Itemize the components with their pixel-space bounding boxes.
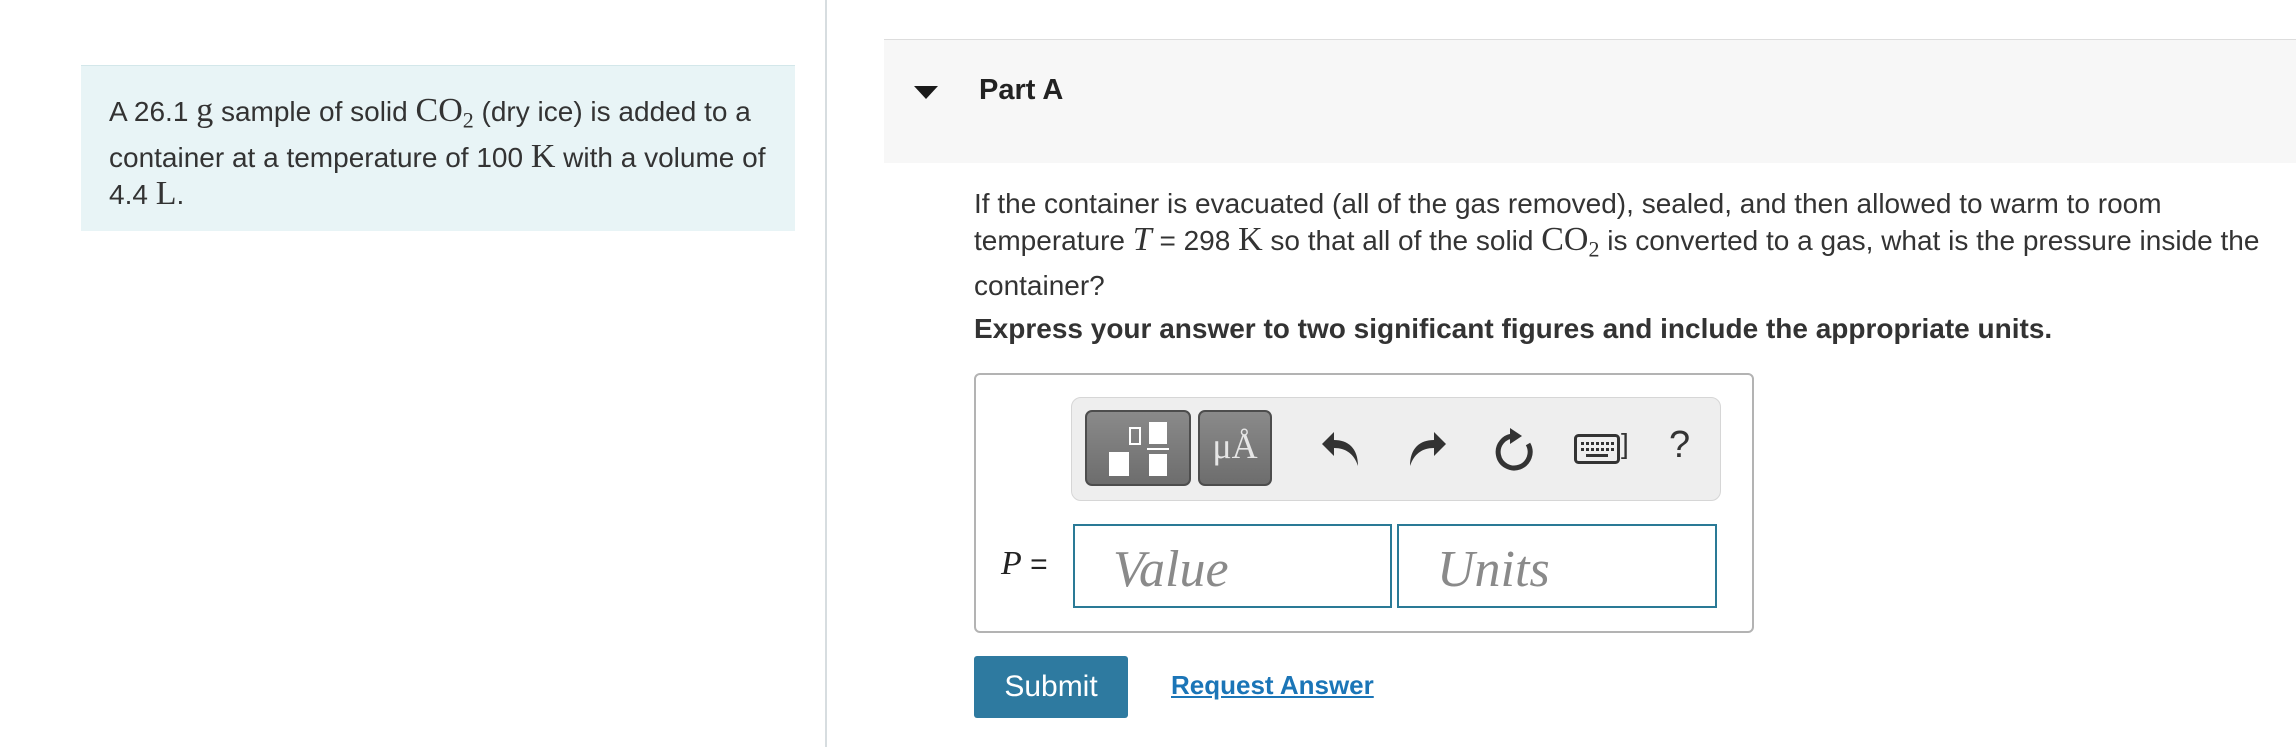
redo-icon[interactable] [1404, 422, 1448, 474]
units-symbol-icon: μÅ [1212, 426, 1258, 466]
co2-subscript: 2 [1588, 236, 1600, 262]
answer-variable-label: P = [1001, 545, 1048, 583]
intro-text: sample of solid [213, 96, 416, 127]
part-title: Part A [979, 74, 1064, 106]
value-placeholder: Value [1113, 541, 1229, 598]
units-placeholder: Units [1437, 541, 1550, 598]
question-segment: = 298 [1151, 225, 1239, 256]
answer-instruction: Express your answer to two significant f… [974, 313, 2053, 344]
templates-button[interactable] [1085, 410, 1191, 486]
question-segment: so that all of the solid [1262, 225, 1542, 256]
keyboard-bracket: ] [1621, 428, 1629, 459]
answer-box: μÅ ] ? P = Value Units [974, 373, 1754, 633]
co2-formula: CO [415, 92, 463, 129]
temp-unit: K [530, 137, 556, 175]
submit-button[interactable]: Submit [974, 656, 1128, 718]
equals-sign: = [1021, 548, 1048, 581]
temperature-variable: T [1132, 221, 1152, 258]
mass-unit: g [196, 92, 214, 129]
co2-formula: CO [1541, 221, 1589, 258]
pressure-variable: P [1001, 545, 1022, 582]
panel-divider [825, 0, 827, 747]
keyboard-icon[interactable] [1574, 434, 1620, 464]
request-answer-link[interactable]: Request Answer [1171, 670, 1374, 701]
intro-text: A 26.1 [109, 96, 197, 127]
reset-icon[interactable] [1492, 422, 1536, 474]
help-button[interactable]: ? [1669, 424, 1690, 467]
units-input[interactable]: Units [1397, 524, 1717, 608]
intro-text: . [176, 178, 185, 210]
collapse-caret-icon[interactable] [914, 86, 938, 99]
problem-intro: A 26.1 g sample of solid CO2 (dry ice) i… [81, 65, 795, 231]
question-text: If the container is evacuated (all of th… [974, 186, 2274, 304]
math-toolbar: μÅ ] ? [1071, 397, 1721, 501]
units-button[interactable]: μÅ [1198, 410, 1272, 486]
part-header[interactable]: Part A [884, 39, 2296, 163]
kelvin-unit: K [1238, 221, 1263, 258]
undo-icon[interactable] [1320, 422, 1364, 474]
value-input[interactable]: Value [1073, 524, 1392, 608]
volume-unit: L [155, 174, 177, 212]
co2-subscript: 2 [462, 107, 474, 133]
